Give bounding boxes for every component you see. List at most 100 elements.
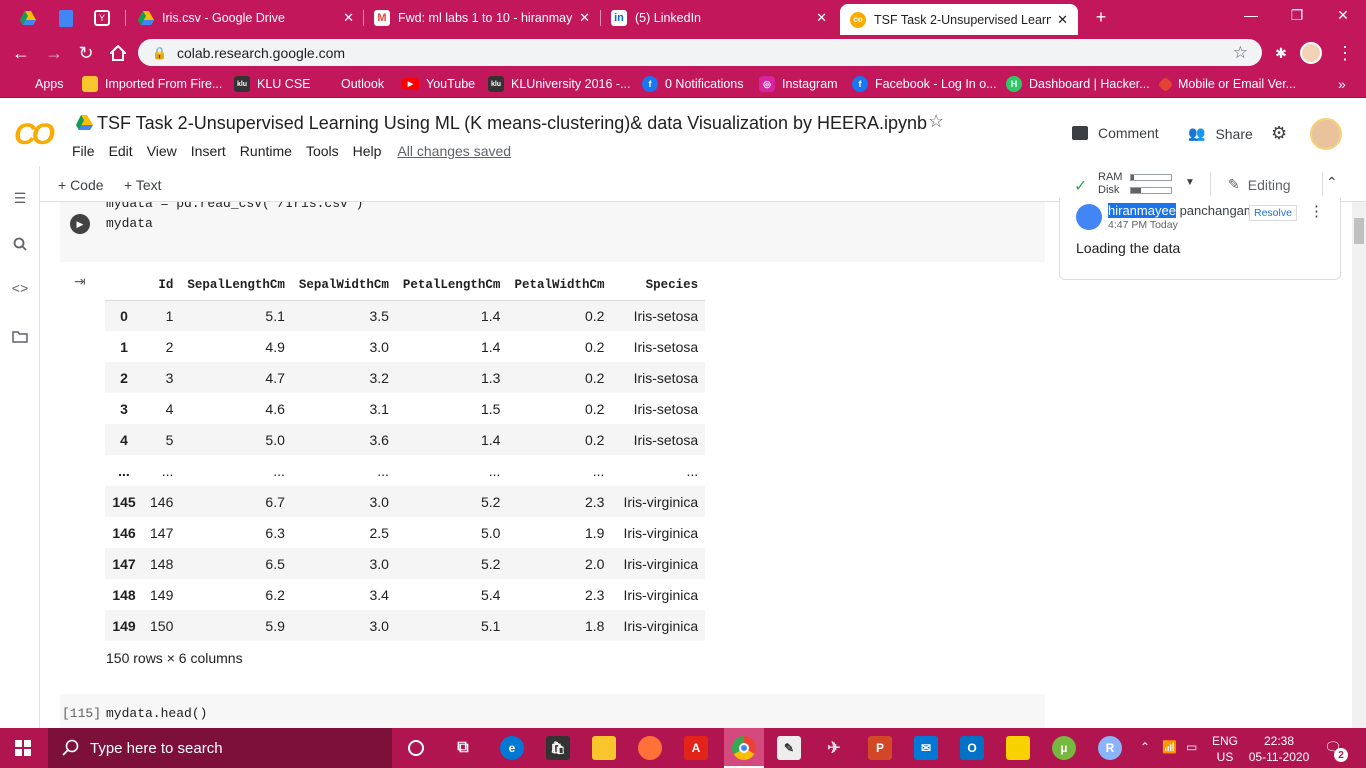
share-button[interactable]: 👥 Share [1188, 125, 1253, 142]
utorrent-icon[interactable]: µ [1052, 736, 1076, 760]
save-status[interactable]: All changes saved [397, 143, 511, 159]
home-button[interactable] [105, 40, 131, 66]
mail-icon[interactable]: ✉ [914, 736, 938, 760]
acrobat-icon[interactable]: A [684, 736, 708, 760]
forward-button[interactable]: → [41, 40, 67, 66]
file-explorer-icon[interactable] [592, 736, 616, 760]
menu-runtime[interactable]: Runtime [240, 143, 292, 159]
scrollbar-thumb[interactable] [1354, 218, 1364, 244]
chevron-up-icon[interactable]: ⌃ [1140, 740, 1150, 754]
address-bar[interactable]: 🔒 colab.research.google.com ☆ [138, 39, 1262, 66]
bookmark-star-icon[interactable]: ☆ [1233, 43, 1248, 63]
avatar[interactable] [1310, 118, 1342, 150]
menu-edit[interactable]: Edit [109, 143, 133, 159]
sticky-notes-icon[interactable] [1006, 736, 1030, 760]
bookmark-imported-folder[interactable]: Imported From Fire... [82, 75, 222, 93]
menu-help[interactable]: Help [353, 143, 382, 159]
outlook-icon[interactable]: O [960, 736, 984, 760]
chrome-taskbar-button[interactable] [724, 728, 764, 768]
close-icon[interactable]: ✕ [1057, 12, 1068, 28]
chrome-menu-icon[interactable]: ⋮ [1332, 40, 1358, 66]
menu-view[interactable]: View [147, 143, 177, 159]
notebook-title[interactable]: TSF Task 2-Unsupervised Learning Using M… [97, 113, 927, 134]
bookmark-youtube[interactable]: ▶ YouTube [402, 75, 475, 93]
comment-time: 4:47 PM Today [1108, 219, 1178, 231]
google-drive-pinned-tab[interactable] [16, 6, 40, 30]
table-of-contents-icon[interactable]: ☰ [10, 188, 30, 208]
wifi-icon[interactable]: 📶 [1162, 740, 1177, 754]
bookmark-klu-cse[interactable]: klu KLU CSE [234, 75, 311, 93]
menu-file[interactable]: File [72, 143, 95, 159]
table-cell: 4.7 [180, 362, 292, 393]
cortana-icon[interactable] [404, 736, 428, 760]
tab-gmail[interactable]: M Fwd: ml labs 1 to 10 - hiranmayee ✕ [364, 0, 600, 35]
resolve-button[interactable]: Resolve [1249, 205, 1297, 221]
chevron-down-icon[interactable]: ▼ [1185, 177, 1195, 188]
language-indicator[interactable]: ENG US [1212, 733, 1238, 765]
tab-colab-active[interactable]: co TSF Task 2-Unsupervised Learning ✕ [840, 4, 1078, 35]
firefox-icon[interactable] [638, 736, 662, 760]
close-icon[interactable]: ✕ [579, 10, 590, 26]
editing-mode-button[interactable]: ✎ Editing [1228, 176, 1291, 193]
bookmark-mobile-email[interactable]: Mobile or Email Ver... [1157, 75, 1296, 93]
clock[interactable]: 22:38 05-11-2020 [1246, 733, 1312, 765]
colab-logo[interactable]: CO [14, 118, 55, 152]
app-icon[interactable]: ✈ [822, 736, 846, 760]
code-cell[interactable]: mydata = pd.read_csv('/Iris.csv') ▶ myda… [60, 202, 1045, 262]
r-icon[interactable]: R [1098, 736, 1122, 760]
back-button[interactable]: ← [8, 40, 34, 66]
windows-start-icon[interactable] [15, 740, 31, 756]
reload-button[interactable]: ↻ [73, 40, 99, 66]
yahoo-pinned-tab[interactable]: Y [90, 6, 114, 30]
close-icon[interactable]: ✕ [816, 10, 827, 26]
gear-icon[interactable]: ⚙ [1271, 123, 1287, 144]
code-cell[interactable]: [115] mydata.head() [60, 694, 1045, 728]
table-cell: 0.2 [584, 338, 605, 355]
table-cell: 6.7 [180, 486, 292, 517]
code-snippets-icon[interactable]: <> [10, 280, 30, 300]
battery-icon[interactable]: ▭ [1186, 740, 1197, 754]
chevron-up-icon[interactable]: ⌃ [1326, 174, 1338, 191]
tab-google-drive[interactable]: Iris.csv - Google Drive ✕ [128, 0, 364, 35]
bookmark-outlook[interactable]: Outlook [318, 75, 384, 93]
more-options-icon[interactable]: ⋮ [1309, 202, 1324, 220]
notepad-icon[interactable]: ✎ [777, 736, 801, 760]
bookmark-instagram[interactable]: ◎ Instagram [759, 75, 838, 93]
restore-button[interactable]: ❐ [1274, 0, 1320, 30]
menu-tools[interactable]: Tools [306, 143, 339, 159]
task-view-icon[interactable]: ⧉ [451, 736, 475, 760]
bookmarks-overflow-icon[interactable]: » [1338, 75, 1346, 93]
menu-insert[interactable]: Insert [191, 143, 226, 159]
table-cell: Iris-virginica [611, 610, 706, 641]
scrollbar[interactable] [1352, 202, 1366, 728]
search-icon[interactable] [10, 234, 30, 254]
star-icon[interactable]: ☆ [928, 111, 944, 132]
minimize-button[interactable]: — [1228, 0, 1274, 30]
bookmark-apps[interactable]: Apps [14, 75, 64, 93]
edge-icon[interactable]: e [500, 736, 524, 760]
comment-card[interactable]: hiranmayee panchangam Resolve ⋮ 4:47 PM … [1059, 198, 1341, 280]
resources-indicator[interactable]: RAM Disk [1098, 171, 1122, 197]
bookmark-facebook-notifications[interactable]: f 0 Notifications [642, 75, 744, 93]
add-code-button[interactable]: + Code [58, 177, 104, 193]
powerpoint-icon[interactable]: P [868, 736, 892, 760]
output-actions-icon[interactable]: ⇥ [74, 273, 86, 290]
store-icon[interactable]: 🛍 [546, 736, 570, 760]
bookmark-kluniversity[interactable]: klu KLUniversity 2016 -... [488, 75, 631, 93]
table-cell: 3.6 [291, 424, 396, 455]
new-tab-button[interactable]: + [1088, 4, 1114, 30]
add-text-button[interactable]: + Text [124, 177, 162, 193]
google-docs-pinned-tab[interactable] [54, 6, 78, 30]
taskbar-search-box[interactable]: Type here to search [48, 728, 392, 768]
comment-button[interactable]: Comment [1072, 125, 1159, 141]
folder-icon[interactable] [10, 326, 30, 346]
klu-icon: klu [234, 76, 250, 92]
close-icon[interactable]: ✕ [343, 10, 354, 26]
bookmark-hackerrank[interactable]: H Dashboard | Hacker... [1006, 75, 1150, 93]
bookmark-facebook-login[interactable]: f Facebook - Log In o... [852, 75, 997, 93]
close-window-button[interactable]: ✕ [1320, 0, 1366, 30]
extensions-icon[interactable]: ✱ [1268, 40, 1294, 66]
profile-avatar[interactable] [1298, 40, 1324, 66]
run-cell-button[interactable]: ▶ [70, 214, 90, 234]
tab-linkedin[interactable]: in (5) LinkedIn ✕ [601, 0, 837, 35]
